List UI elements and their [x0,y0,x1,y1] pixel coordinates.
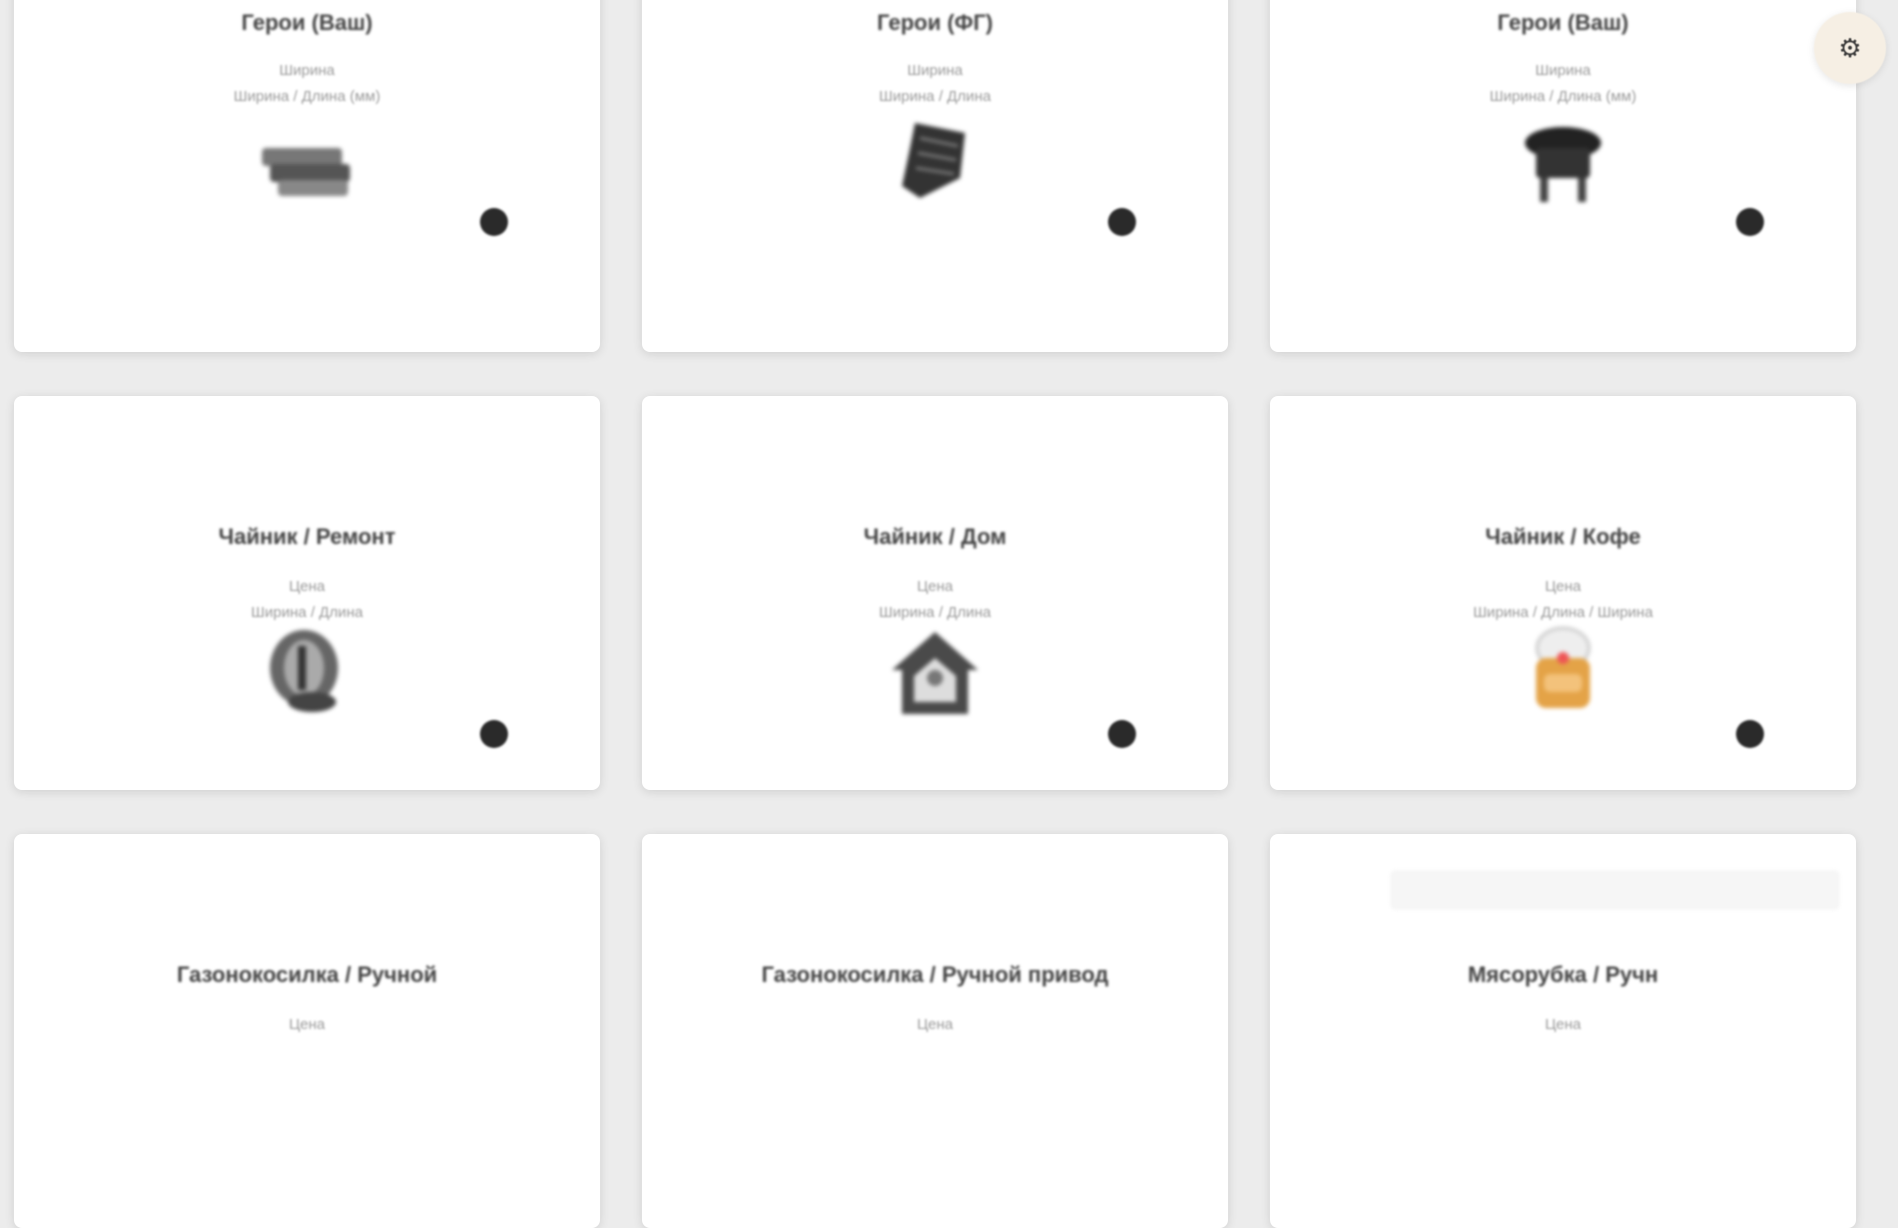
card-meta-line1: Цена [288,578,326,595]
add-to-cart-button[interactable] [480,720,508,748]
card-meta-line1: Цена [1544,578,1582,595]
card-meta: Цена [14,1012,600,1038]
card-title: Чайник / Кофе [1485,524,1641,549]
kettle-icon [270,630,338,712]
settings-button[interactable]: ⚙ [1814,12,1886,84]
card-title: Герои (Ваш) [1497,10,1629,35]
card-meta-line1: Цена [1544,1016,1582,1033]
card-meta-line2: Ширина / Длина (мм) [1489,88,1637,105]
card-meta: Цена [1270,1012,1856,1038]
card-title: Герои (Ваш) [241,10,373,35]
card-meta-line1: Ширина [279,62,335,79]
card-meta: Ширина Ширина / Длина (мм) [14,58,600,110]
card-meta-line1: Цена [916,1016,954,1033]
cup-icon [1535,626,1591,708]
card-title: Чайник / Ремонт [218,524,396,549]
product-card[interactable]: Герои (Ваш) Ширина Ширина / Длина (мм) [1270,0,1856,352]
card-meta: Цена [642,1012,1228,1038]
product-grid: Герои (Ваш) Ширина Ширина / Длина (мм) Г… [14,0,1856,1228]
product-card[interactable]: Газонокосилка / Ручной Цена [14,834,600,1228]
seat-icon [902,123,965,198]
product-card[interactable]: Герои (Ваш) Ширина Ширина / Длина (мм) [14,0,600,352]
add-to-cart-button[interactable] [480,208,508,236]
card-title: Мясорубка / Ручн [1467,962,1659,987]
card-meta: Ширина Ширина / Длина [642,58,1228,110]
stack-icon [262,148,350,196]
add-to-cart-button[interactable] [1108,720,1136,748]
add-to-cart-button[interactable] [1736,208,1764,236]
card-meta-line2: Ширина / Длина (мм) [233,88,381,105]
add-to-cart-button[interactable] [1736,720,1764,748]
card-meta: Ширина Ширина / Длина (мм) [1270,58,1856,110]
gear-icon: ⚙ [1838,32,1862,63]
search-overlay [1390,870,1840,910]
card-title: Чайник / Дом [863,524,1007,549]
card-title: Герои (ФГ) [876,10,993,35]
card-meta-line2: Ширина / Длина [879,88,991,105]
house-icon [892,632,978,714]
product-card[interactable]: Чайник / Ремонт Цена Ширина / Длина [14,396,600,790]
card-meta-line1: Цена [916,578,954,595]
product-card[interactable]: Чайник / Кофе Цена Ширина / Длина / Шири… [1270,396,1856,790]
add-to-cart-button[interactable] [1108,208,1136,236]
card-title: Газонокосилка / Ручной [176,962,438,987]
card-meta-line1: Ширина [907,62,963,79]
product-card[interactable]: Чайник / Дом Цена Ширина / Длина [642,396,1228,790]
card-title: Газонокосилка / Ручной привод [761,962,1109,987]
product-card[interactable]: Герои (ФГ) Ширина Ширина / Длина [642,0,1228,352]
product-card[interactable]: Газонокосилка / Ручной привод Цена [642,834,1228,1228]
card-meta-line1: Цена [288,1016,326,1033]
card-meta-line1: Ширина [1535,62,1591,79]
grill-icon [1525,127,1601,202]
